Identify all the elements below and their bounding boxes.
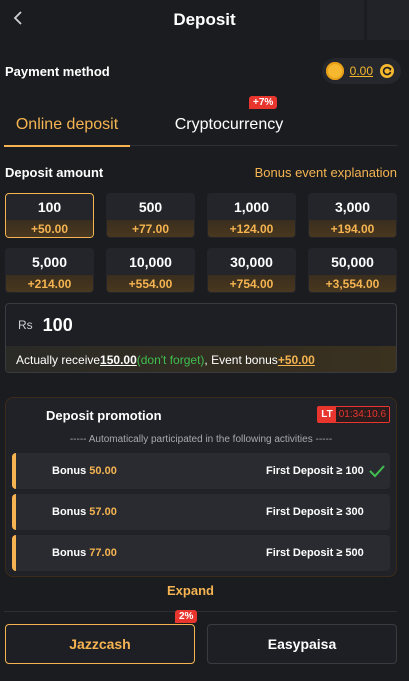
amount-input-row: Rs <box>6 304 396 346</box>
promotion-subtitle: ----- Automatically participated in the … <box>69 434 333 445</box>
receive-prefix: Actually receive <box>16 353 101 367</box>
deposit-amount-header: Deposit amount Bonus event explanation <box>5 162 397 182</box>
coin-icon <box>325 62 344 80</box>
promotion-bonus: Bonus 77.00 <box>52 547 117 559</box>
tab-cryptocurrency[interactable]: Cryptocurrency <box>164 104 294 146</box>
amount-option-value: 50,000 <box>331 254 374 270</box>
currency-label: Rs <box>18 318 33 332</box>
balance-widget[interactable]: 0.00 <box>321 58 401 84</box>
amount-option[interactable]: 500 +77.00 <box>106 193 195 238</box>
expand-button[interactable]: Expand <box>0 583 381 598</box>
amount-option-value: 5,000 <box>31 254 68 270</box>
promotion-condition: First Deposit ≥ 500 <box>266 547 364 559</box>
chevron-left-icon <box>13 11 22 25</box>
amount-option-bonus: +554.00 <box>107 275 194 292</box>
promotion-item: Bonus 57.00 First Deposit ≥ 300 <box>12 494 390 530</box>
bonus-event-explanation-link[interactable]: Bonus event explanation <box>255 165 397 180</box>
header: Deposit <box>0 0 409 40</box>
crypto-bonus-badge: +7% <box>249 96 278 109</box>
amount-option[interactable]: 30,000 +754.00 <box>207 248 296 293</box>
deposit-tabs: Online deposit Cryptocurrency <box>4 104 398 147</box>
amount-option-bonus: +3,554.00 <box>309 275 396 292</box>
amount-option[interactable]: 50,000 +3,554.00 <box>308 248 397 293</box>
header-action-1[interactable] <box>320 0 364 40</box>
bonus-value: 77.00 <box>89 547 117 559</box>
amount-option[interactable]: 1,000 +124.00 <box>207 193 296 238</box>
payment-channel-easypaisa[interactable]: Easypaisa <box>207 624 397 664</box>
amount-option-value: 3,000 <box>334 199 371 215</box>
amount-option-bonus: +50.00 <box>6 220 93 237</box>
amount-option-value: 500 <box>138 199 163 215</box>
payment-channel-jazzcash[interactable]: Jazzcash <box>5 624 195 664</box>
amount-input-box: Rs Actually receive 150.00 (don't forget… <box>5 303 397 373</box>
bonus-label: Bonus <box>52 465 90 477</box>
amount-option-bonus: +77.00 <box>107 220 194 237</box>
amount-option-value: 100 <box>37 199 62 215</box>
bonus-value: 50.00 <box>89 465 117 477</box>
refresh-icon[interactable] <box>379 63 395 79</box>
jazzcash-badge: 2% <box>175 610 198 623</box>
promotion-bonus: Bonus 57.00 <box>52 506 117 518</box>
header-action-2[interactable] <box>367 0 409 40</box>
amount-option-value: 1,000 <box>233 199 270 215</box>
promotion-item: Bonus 50.00 First Deposit ≥ 100 <box>12 453 390 489</box>
promotion-item: Bonus 77.00 First Deposit ≥ 500 <box>12 535 390 571</box>
receive-note: (don't forget) <box>136 353 205 367</box>
payment-method-row: Payment method 0.00 <box>5 58 401 84</box>
divider <box>4 611 397 612</box>
event-bonus-value: +50.00 <box>277 353 315 367</box>
amount-option-bonus: +754.00 <box>208 275 295 292</box>
tab-online-deposit[interactable]: Online deposit <box>4 104 130 147</box>
receive-amount: 150.00 <box>100 353 137 367</box>
balance-value: 0.00 <box>349 64 373 78</box>
bonus-value: 57.00 <box>89 506 117 518</box>
promotion-timer: LT 01:34:10.6 <box>317 406 390 423</box>
back-button[interactable] <box>6 6 30 30</box>
amount-option[interactable]: 3,000 +194.00 <box>308 193 397 238</box>
amount-option-value: 10,000 <box>129 254 172 270</box>
bonus-label: Bonus <box>52 547 90 559</box>
receive-mid: , Event bonus <box>204 353 278 367</box>
bonus-label: Bonus <box>52 506 90 518</box>
amount-option[interactable]: 5,000 +214.00 <box>5 248 94 293</box>
deposit-promotion-panel: Deposit promotion LT 01:34:10.6 ----- Au… <box>5 397 397 577</box>
payment-method-label: Payment method <box>5 63 110 79</box>
amount-option-bonus: +194.00 <box>309 220 396 237</box>
page-title: Deposit <box>173 10 236 29</box>
amount-option[interactable]: 100 +50.00 <box>5 193 94 238</box>
timer-tag: LT <box>318 407 336 422</box>
amount-option-bonus: +214.00 <box>6 275 93 292</box>
promotion-title: Deposit promotion <box>46 408 162 423</box>
promotion-bonus: Bonus 50.00 <box>52 465 117 477</box>
promotion-condition: First Deposit ≥ 100 <box>266 465 364 477</box>
receive-summary: Actually receive 150.00 (don't forget) ,… <box>6 346 396 372</box>
amount-option-bonus: +124.00 <box>208 220 295 237</box>
checkmark-icon <box>369 465 385 478</box>
promotion-condition: First Deposit ≥ 300 <box>266 506 364 518</box>
amount-input[interactable] <box>42 314 363 336</box>
deposit-amount-label: Deposit amount <box>5 164 104 180</box>
amount-option[interactable]: 10,000 +554.00 <box>106 248 195 293</box>
amount-option-value: 30,000 <box>230 254 273 270</box>
timer-value: 01:34:10.6 <box>335 407 389 422</box>
